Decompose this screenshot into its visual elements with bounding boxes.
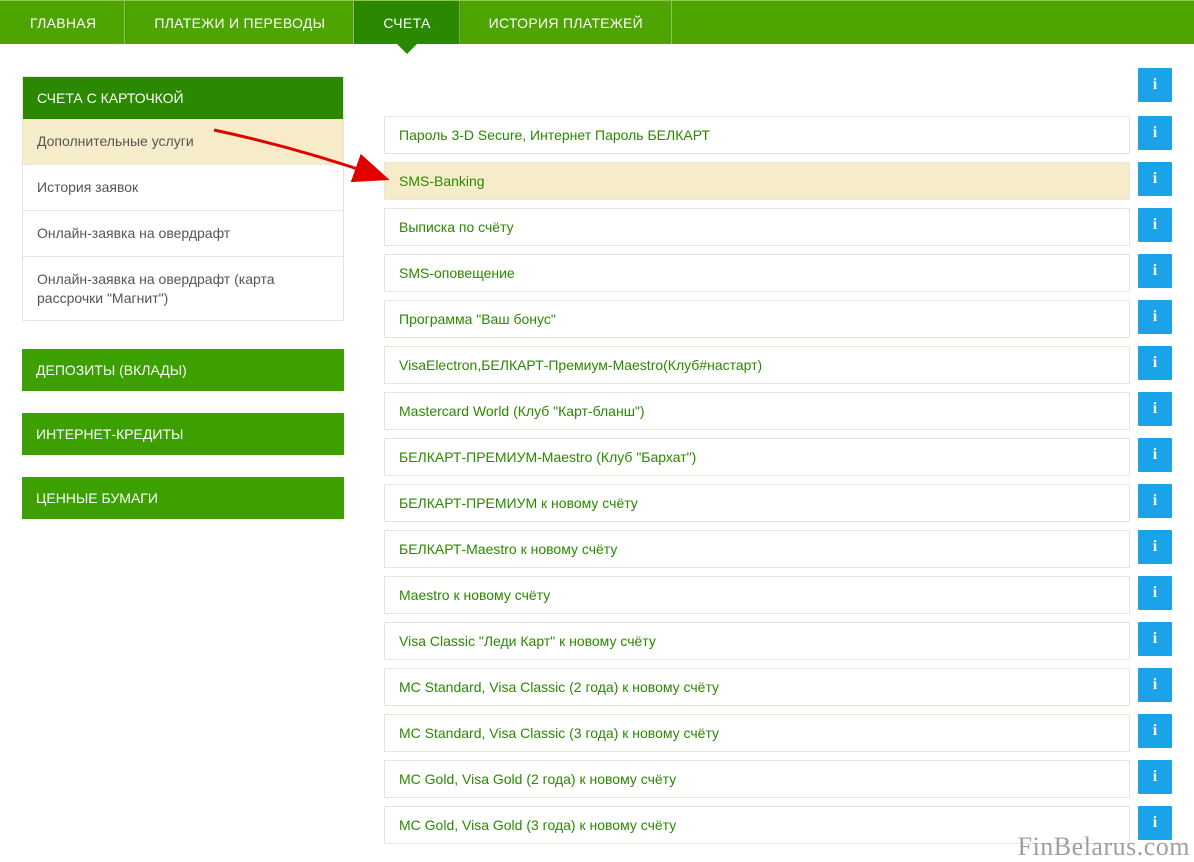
service-list: Пароль 3-D Secure, Интернет Пароль БЕЛКА… [384, 116, 1172, 844]
sidebar-block-deposits[interactable]: ДЕПОЗИТЫ (ВКЛАДЫ) [22, 349, 344, 391]
nav-tab-0[interactable]: ГЛАВНАЯ [0, 1, 125, 44]
service-link-6[interactable]: Mastercard World (Клуб "Карт-бланш") [384, 392, 1130, 430]
info-icon: i [1153, 76, 1157, 94]
info-icon: i [1153, 722, 1157, 740]
service-link-12[interactable]: MC Standard, Visa Classic (2 года) к нов… [384, 668, 1130, 706]
sidebar: СЧЕТА С КАРТОЧКОЙ Дополнительные услугиИ… [22, 76, 344, 541]
info-icon: i [1153, 170, 1157, 188]
sidebar-head-securities[interactable]: ЦЕННЫЕ БУМАГИ [22, 477, 344, 519]
info-button-2[interactable]: i [1138, 208, 1172, 242]
info-icon: i [1153, 630, 1157, 648]
sidebar-item-3[interactable]: Онлайн-заявка на овердрафт (карта рассро… [23, 256, 343, 321]
service-link-9[interactable]: БЕЛКАРТ-Maestro к новому счёту [384, 530, 1130, 568]
info-icon: i [1153, 814, 1157, 832]
service-row: MC Standard, Visa Classic (2 года) к нов… [384, 668, 1172, 706]
sidebar-head-credits[interactable]: ИНТЕРНЕТ-КРЕДИТЫ [22, 413, 344, 455]
info-icon: i [1153, 584, 1157, 602]
main-content: i Пароль 3-D Secure, Интернет Пароль БЕЛ… [384, 76, 1172, 852]
service-row: Программа "Ваш бонус" i [384, 300, 1172, 338]
sidebar-head-deposits[interactable]: ДЕПОЗИТЫ (ВКЛАДЫ) [22, 349, 344, 391]
info-button-0[interactable]: i [1138, 116, 1172, 150]
service-link-3[interactable]: SMS-оповещение [384, 254, 1130, 292]
service-row: MC Standard, Visa Classic (3 года) к нов… [384, 714, 1172, 752]
info-icon: i [1153, 400, 1157, 418]
service-row: БЕЛКАРТ-Maestro к новому счёту i [384, 530, 1172, 568]
service-link-1[interactable]: SMS-Banking [384, 162, 1130, 200]
info-icon: i [1153, 216, 1157, 234]
sidebar-item-0[interactable]: Дополнительные услуги [23, 119, 343, 164]
service-link-7[interactable]: БЕЛКАРТ-ПРЕМИУМ-Maestro (Клуб "Бархат") [384, 438, 1130, 476]
sidebar-item-1[interactable]: История заявок [23, 164, 343, 210]
info-button-10[interactable]: i [1138, 576, 1172, 610]
info-icon: i [1153, 768, 1157, 786]
service-row: Maestro к новому счёту i [384, 576, 1172, 614]
info-button-4[interactable]: i [1138, 300, 1172, 334]
service-row: БЕЛКАРТ-ПРЕМИУМ к новому счёту i [384, 484, 1172, 522]
sidebar-block-cards: СЧЕТА С КАРТОЧКОЙ Дополнительные услугиИ… [22, 76, 344, 321]
nav-tab-1[interactable]: ПЛАТЕЖИ И ПЕРЕВОДЫ [125, 1, 354, 44]
service-row: SMS-Banking i [384, 162, 1172, 200]
info-button-5[interactable]: i [1138, 346, 1172, 380]
info-button-11[interactable]: i [1138, 622, 1172, 656]
service-link-2[interactable]: Выписка по счёту [384, 208, 1130, 246]
nav-tab-3[interactable]: ИСТОРИЯ ПЛАТЕЖЕЙ [460, 1, 672, 44]
service-link-11[interactable]: Visa Classic "Леди Карт" к новому счёту [384, 622, 1130, 660]
service-row: MC Gold, Visa Gold (2 года) к новому счё… [384, 760, 1172, 798]
info-icon: i [1153, 262, 1157, 280]
service-row: Mastercard World (Клуб "Карт-бланш") i [384, 392, 1172, 430]
service-link-14[interactable]: MC Gold, Visa Gold (2 года) к новому счё… [384, 760, 1130, 798]
service-link-8[interactable]: БЕЛКАРТ-ПРЕМИУМ к новому счёту [384, 484, 1130, 522]
service-row: Выписка по счёту i [384, 208, 1172, 246]
info-button-13[interactable]: i [1138, 714, 1172, 748]
info-icon: i [1153, 308, 1157, 326]
sidebar-block-credits[interactable]: ИНТЕРНЕТ-КРЕДИТЫ [22, 413, 344, 455]
info-button-6[interactable]: i [1138, 392, 1172, 426]
info-button-14[interactable]: i [1138, 760, 1172, 794]
sidebar-head-cards[interactable]: СЧЕТА С КАРТОЧКОЙ [23, 77, 343, 119]
service-link-4[interactable]: Программа "Ваш бонус" [384, 300, 1130, 338]
service-row: Пароль 3-D Secure, Интернет Пароль БЕЛКА… [384, 116, 1172, 154]
info-button-9[interactable]: i [1138, 530, 1172, 564]
sidebar-block-securities[interactable]: ЦЕННЫЕ БУМАГИ [22, 477, 344, 519]
service-link-0[interactable]: Пароль 3-D Secure, Интернет Пароль БЕЛКА… [384, 116, 1130, 154]
info-icon: i [1153, 538, 1157, 556]
info-button-15[interactable]: i [1138, 806, 1172, 840]
sidebar-item-2[interactable]: Онлайн-заявка на овердрафт [23, 210, 343, 256]
top-nav: ГЛАВНАЯПЛАТЕЖИ И ПЕРЕВОДЫСЧЕТАИСТОРИЯ ПЛ… [0, 0, 1194, 44]
service-link-15[interactable]: MC Gold, Visa Gold (3 года) к новому счё… [384, 806, 1130, 844]
service-link-10[interactable]: Maestro к новому счёту [384, 576, 1130, 614]
info-button-page[interactable]: i [1138, 68, 1172, 102]
info-icon: i [1153, 676, 1157, 694]
service-link-5[interactable]: VisaElectron,БЕЛКАРТ-Премиум-Maestro(Клу… [384, 346, 1130, 384]
info-button-1[interactable]: i [1138, 162, 1172, 196]
service-row: Visa Classic "Леди Карт" к новому счёту i [384, 622, 1172, 660]
service-row: БЕЛКАРТ-ПРЕМИУМ-Maestro (Клуб "Бархат") i [384, 438, 1172, 476]
info-button-8[interactable]: i [1138, 484, 1172, 518]
service-row: MC Gold, Visa Gold (3 года) к новому счё… [384, 806, 1172, 844]
info-button-7[interactable]: i [1138, 438, 1172, 472]
info-icon: i [1153, 492, 1157, 510]
info-button-3[interactable]: i [1138, 254, 1172, 288]
service-row: SMS-оповещение i [384, 254, 1172, 292]
service-row: VisaElectron,БЕЛКАРТ-Премиум-Maestro(Клу… [384, 346, 1172, 384]
info-button-12[interactable]: i [1138, 668, 1172, 702]
service-link-13[interactable]: MC Standard, Visa Classic (3 года) к нов… [384, 714, 1130, 752]
info-icon: i [1153, 124, 1157, 142]
info-icon: i [1153, 354, 1157, 372]
nav-tab-2[interactable]: СЧЕТА [354, 1, 459, 44]
info-icon: i [1153, 446, 1157, 464]
